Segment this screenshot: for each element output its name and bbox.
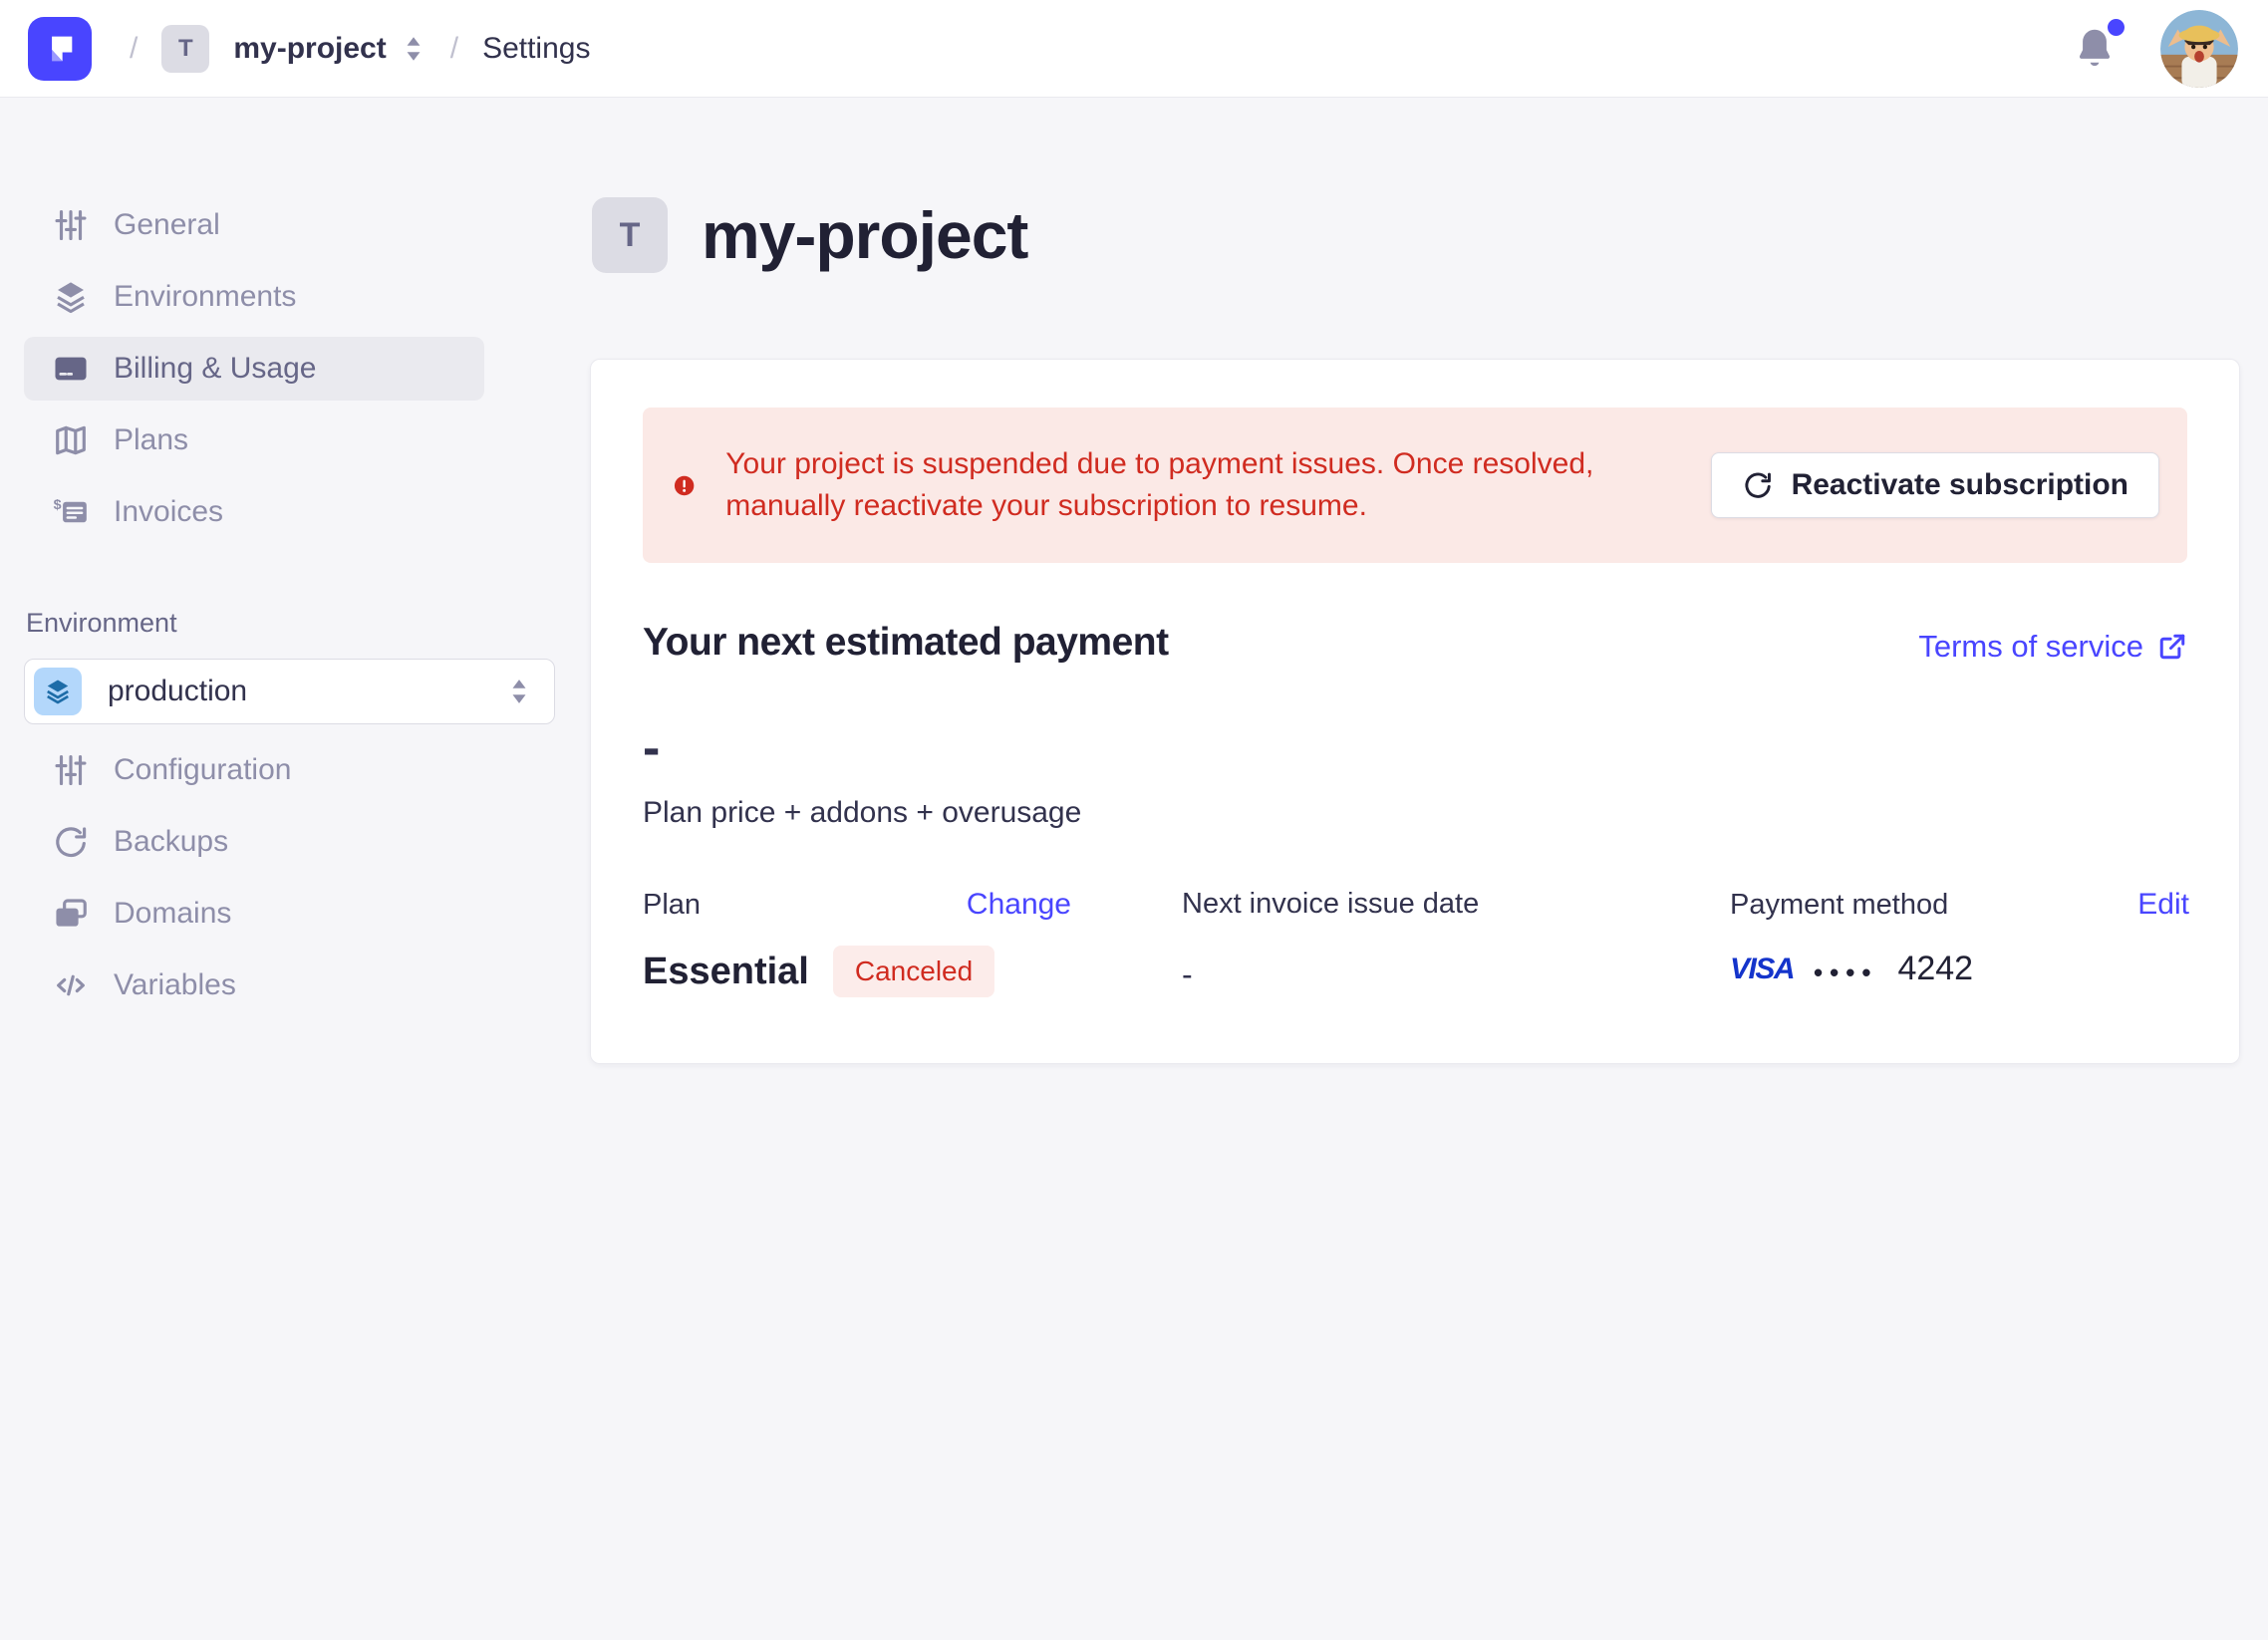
billing-card: Your project is suspended due to payment… (590, 359, 2240, 1064)
card-last4: 4242 (1897, 950, 1973, 988)
sidebar-item-label: Domains (114, 897, 231, 931)
exclamation-circle-icon (673, 467, 696, 504)
sidebar-item-label: Configuration (114, 753, 291, 787)
sort-arrows-icon (401, 34, 426, 64)
edit-payment-method-link[interactable]: Edit (2137, 888, 2189, 922)
breadcrumb-separator: / (130, 32, 138, 66)
terms-link-label: Terms of service (1918, 629, 2143, 665)
next-invoice-value: - (1182, 957, 1730, 993)
project-switcher-label: my-project (233, 32, 386, 66)
payment-heading-row: Your next estimated payment Terms of ser… (643, 621, 2187, 665)
card-mask-dots: •••• (1814, 954, 1877, 985)
sliders-icon (52, 751, 90, 789)
top-bar: / T my-project / Settings (0, 0, 2268, 98)
reactivate-button-label: Reactivate subscription (1792, 468, 2128, 502)
environment-icon-tile (34, 668, 82, 715)
sliders-icon (52, 206, 90, 244)
sidebar-item-general[interactable]: General (24, 193, 484, 257)
billing-details-row: Plan Change Essential Canceled Next invo… (643, 888, 2187, 997)
next-payment-heading: Your next estimated payment (643, 621, 1169, 665)
sidebar-item-label: Billing & Usage (114, 352, 316, 386)
sidebar-item-label: Invoices (114, 495, 223, 529)
change-plan-link[interactable]: Change (967, 888, 1071, 922)
breadcrumb-current-page: Settings (482, 32, 590, 66)
sidebar-item-billing-usage[interactable]: Billing & Usage (24, 337, 484, 401)
page-title-row: T my-project (592, 197, 2268, 273)
alert-message: Your project is suspended due to payment… (725, 443, 1680, 527)
payment-method-column: Payment method Edit VISA •••• 4242 (1730, 888, 2189, 997)
reactivate-subscription-button[interactable]: Reactivate subscription (1711, 452, 2159, 518)
svg-text:$: $ (54, 497, 62, 513)
environment-section-label: Environment (26, 608, 558, 639)
sort-arrows-icon (506, 676, 532, 707)
next-invoice-column: Next invoice issue date - (1182, 888, 1730, 997)
plan-name: Essential (643, 951, 809, 993)
avatar-image (2160, 10, 2238, 88)
environment-select-value: production (108, 675, 247, 708)
header-actions (2073, 10, 2238, 88)
project-initial-badge: T (161, 25, 209, 73)
breadcrumb-separator: / (450, 32, 458, 66)
project-initial-badge-large: T (592, 197, 668, 273)
receipt-icon: $ (52, 493, 90, 531)
sidebar-item-label: Plans (114, 423, 188, 457)
environment-nav: Configuration Backups Domains Variables (24, 738, 558, 1017)
environment-select[interactable]: production (24, 659, 555, 724)
settings-sidebar: General Environments Billing & Usage Pla… (0, 98, 558, 1025)
sidebar-item-label: Backups (114, 825, 228, 859)
map-icon (52, 421, 90, 459)
page-title: my-project (702, 197, 1027, 273)
sidebar-item-configuration[interactable]: Configuration (24, 738, 484, 802)
sidebar-item-backups[interactable]: Backups (24, 810, 484, 874)
suspended-alert: Your project is suspended due to payment… (643, 408, 2187, 563)
visa-logo: VISA (1730, 953, 1794, 986)
sidebar-item-environments[interactable]: Environments (24, 265, 484, 329)
plan-label: Plan (643, 889, 701, 922)
sidebar-item-label: Variables (114, 968, 236, 1002)
payment-method-label: Payment method (1730, 889, 1948, 922)
layers-icon (43, 677, 73, 706)
plan-column: Plan Change Essential Canceled (643, 888, 1182, 997)
windows-icon (52, 895, 90, 933)
sidebar-item-domains[interactable]: Domains (24, 882, 484, 946)
external-link-icon (2157, 632, 2187, 662)
user-avatar[interactable] (2160, 10, 2238, 88)
sidebar-item-invoices[interactable]: $ Invoices (24, 480, 484, 544)
payment-formula: Plan price + addons + overusage (643, 796, 2187, 830)
sidebar-item-variables[interactable]: Variables (24, 954, 484, 1017)
main-content: T my-project Your project is suspended d… (558, 98, 2268, 1064)
estimated-payment-amount: - (643, 728, 2187, 768)
refresh-icon (1742, 469, 1774, 501)
next-invoice-label: Next invoice issue date (1182, 888, 1479, 920)
sidebar-item-label: General (114, 208, 220, 242)
layers-icon (52, 278, 90, 316)
plan-status-badge: Canceled (833, 946, 994, 997)
project-switcher[interactable]: my-project (233, 32, 425, 66)
notification-unread-dot (2108, 19, 2125, 36)
code-icon (52, 966, 90, 1004)
terms-of-service-link[interactable]: Terms of service (1918, 629, 2187, 665)
breadcrumb: / T my-project / Settings (130, 25, 590, 73)
logo-flag-icon (38, 27, 82, 71)
notifications-button[interactable] (2073, 25, 2117, 73)
sidebar-item-label: Environments (114, 280, 296, 314)
sidebar-item-plans[interactable]: Plans (24, 409, 484, 472)
strapi-cloud-logo[interactable] (28, 17, 92, 81)
refresh-icon (52, 823, 90, 861)
credit-card-icon (52, 350, 90, 388)
